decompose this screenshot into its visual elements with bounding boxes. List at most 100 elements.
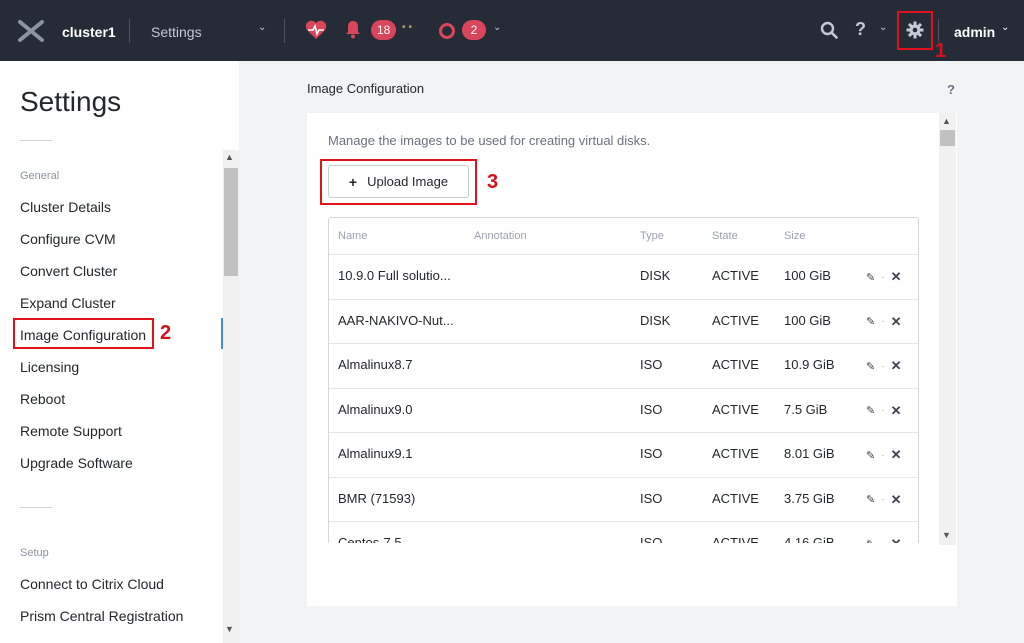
sidebar-item-prism-central-registration[interactable]: Prism Central Registration — [20, 608, 183, 624]
edit-pencil-icon[interactable]: ✎ — [866, 538, 875, 544]
cell-state: ACTIVE — [712, 357, 759, 372]
upload-image-button[interactable]: + Upload Image — [328, 165, 469, 198]
chevron-down-icon[interactable]: ⌄ — [493, 22, 501, 33]
chevron-down-icon[interactable]: ⌄ — [1001, 22, 1009, 33]
divider — [20, 507, 52, 508]
edit-pencil-icon[interactable]: ✎ — [866, 315, 875, 328]
health-heart-icon[interactable] — [305, 20, 327, 40]
cell-state: ACTIVE — [712, 490, 759, 506]
table-row[interactable]: AAR-NAKIVO-Nut... DISK ACTIVE 100 GiB ✎ · ✕ — [329, 300, 918, 344]
sidebar-item-remote-support[interactable]: Remote Support — [20, 423, 122, 439]
scroll-down-icon[interactable]: ▼ — [942, 530, 951, 540]
help-icon[interactable]: ? — [947, 82, 955, 97]
cell-size: 100 GiB — [784, 312, 831, 328]
cell-size: 3.75 GiB — [784, 490, 835, 506]
upload-image-label: Upload Image — [367, 174, 449, 189]
main-scrollbar-thumb[interactable] — [940, 130, 955, 146]
delete-icon[interactable]: ✕ — [891, 403, 902, 419]
cluster-name[interactable]: cluster1 — [62, 24, 116, 40]
edit-pencil-icon[interactable]: ✎ — [866, 449, 875, 462]
sidebar-item-connect-citrix-cloud[interactable]: Connect to Citrix Cloud — [20, 576, 164, 592]
row-actions: ✎ · ✕ — [866, 536, 901, 543]
nutanix-logo-icon[interactable] — [18, 20, 44, 42]
column-header-annotation[interactable]: Annotation — [474, 230, 527, 242]
row-actions: ✎ · ✕ — [866, 358, 901, 374]
scroll-up-icon[interactable]: ▲ — [225, 152, 234, 162]
row-actions: ✎ · ✕ — [866, 403, 901, 419]
settings-sidebar: Settings General Cluster Details Configu… — [0, 61, 239, 643]
panel-description: Manage the images to be used for creatin… — [328, 133, 651, 148]
search-icon[interactable] — [820, 21, 838, 39]
cell-type: ISO — [640, 357, 663, 372]
column-header-size[interactable]: Size — [784, 230, 805, 242]
scroll-up-icon[interactable]: ▲ — [942, 116, 951, 126]
critical-badge[interactable]: 2 — [462, 20, 486, 40]
sidebar-item-convert-cluster[interactable]: Convert Cluster — [20, 263, 117, 279]
delete-icon[interactable]: ✕ — [891, 358, 902, 374]
table-row[interactable]: Almalinux8.7 ISO ACTIVE 10.9 GiB ✎ · ✕ — [329, 344, 918, 389]
sidebar-item-licensing[interactable]: Licensing — [20, 359, 79, 375]
cell-name: Almalinux9.1 — [338, 446, 413, 461]
gear-icon[interactable] — [906, 21, 924, 39]
step-marker-1: 1 — [935, 40, 947, 62]
main-scrollbar[interactable] — [939, 113, 956, 545]
separator-dot: · — [881, 539, 884, 544]
row-actions: ✎ · ✕ — [866, 447, 901, 463]
edit-pencil-icon[interactable]: ✎ — [866, 404, 875, 417]
sidebar-title: Settings — [20, 86, 122, 117]
delete-icon[interactable]: ✕ — [891, 447, 902, 463]
table-row[interactable]: Almalinux9.0 ISO ACTIVE 7.5 GiB ✎ · ✕ — [329, 389, 918, 433]
section-selector[interactable]: Settings — [151, 24, 202, 40]
user-menu[interactable]: admin — [954, 24, 995, 40]
sidebar-item-configure-cvm[interactable]: Configure CVM — [20, 231, 116, 247]
sidebar-item-cluster-details[interactable]: Cluster Details — [20, 199, 111, 215]
cell-type: ISO — [640, 535, 663, 543]
separator-dot: · — [881, 360, 885, 372]
cell-size: 4.16 GiB — [784, 535, 835, 543]
delete-icon[interactable]: ✕ — [891, 269, 902, 285]
separator-dot: · — [881, 271, 885, 283]
separator-dot: · — [881, 316, 885, 327]
edit-pencil-icon[interactable]: ✎ — [866, 493, 875, 506]
delete-icon[interactable]: ✕ — [891, 492, 902, 508]
cell-size: 7.5 GiB — [784, 401, 828, 417]
column-header-name[interactable]: Name — [338, 230, 367, 242]
sidebar-scrollbar-thumb[interactable] — [224, 168, 238, 276]
delete-icon[interactable]: ✕ — [891, 536, 902, 543]
table-row[interactable]: 10.9.0 Full solutio... DISK ACTIVE 100 GiB ✎… — [329, 255, 918, 300]
cell-state: ACTIVE — [712, 312, 759, 328]
separator-dot: · — [881, 494, 885, 505]
table-row[interactable]: Centos-7.5 ISO ACTIVE 4.16 GiB ✎ · ✕ — [329, 522, 918, 543]
cell-name: AAR-NAKIVO-Nut... — [338, 312, 454, 328]
chevron-down-icon[interactable]: ⌄ — [258, 22, 266, 33]
chevron-down-icon[interactable]: ⌄ — [879, 22, 887, 33]
cell-state: ACTIVE — [712, 535, 759, 543]
column-header-type[interactable]: Type — [640, 230, 664, 242]
table-row[interactable]: Almalinux9.1 ISO ACTIVE 8.01 GiB ✎ · ✕ — [329, 433, 918, 478]
cell-size: 8.01 GiB — [784, 446, 835, 461]
table-row[interactable]: BMR (71593) ISO ACTIVE 3.75 GiB ✎ · ✕ — [329, 478, 918, 522]
page-title: Image Configuration — [307, 81, 425, 96]
divider — [284, 19, 285, 43]
group-label-general: General — [20, 170, 60, 182]
bell-icon[interactable] — [344, 19, 362, 39]
row-actions: ✎ · ✕ — [866, 492, 901, 508]
edit-pencil-icon[interactable]: ✎ — [866, 360, 875, 373]
critical-ring-icon[interactable] — [439, 23, 455, 39]
images-table: Name Annotation Type State Size 10.9.0 F… — [328, 217, 919, 543]
cell-name: BMR (71593) — [338, 490, 416, 506]
row-actions: ✎ · ✕ — [866, 314, 901, 330]
alerts-badge[interactable]: 18 — [371, 20, 397, 40]
warning-dots-icon[interactable]: •• — [402, 22, 415, 33]
step-marker-2: 2 — [160, 322, 172, 344]
help-icon[interactable]: ? — [855, 19, 866, 40]
sidebar-item-reboot[interactable]: Reboot — [20, 391, 65, 407]
cell-name: Centos-7.5 — [338, 535, 402, 543]
sidebar-item-upgrade-software[interactable]: Upgrade Software — [20, 455, 133, 471]
sidebar-item-expand-cluster[interactable]: Expand Cluster — [20, 295, 116, 311]
edit-pencil-icon[interactable]: ✎ — [866, 271, 875, 284]
delete-icon[interactable]: ✕ — [891, 314, 902, 330]
cell-state: ACTIVE — [712, 268, 759, 283]
column-header-state[interactable]: State — [712, 230, 738, 242]
scroll-down-icon[interactable]: ▼ — [225, 624, 234, 634]
